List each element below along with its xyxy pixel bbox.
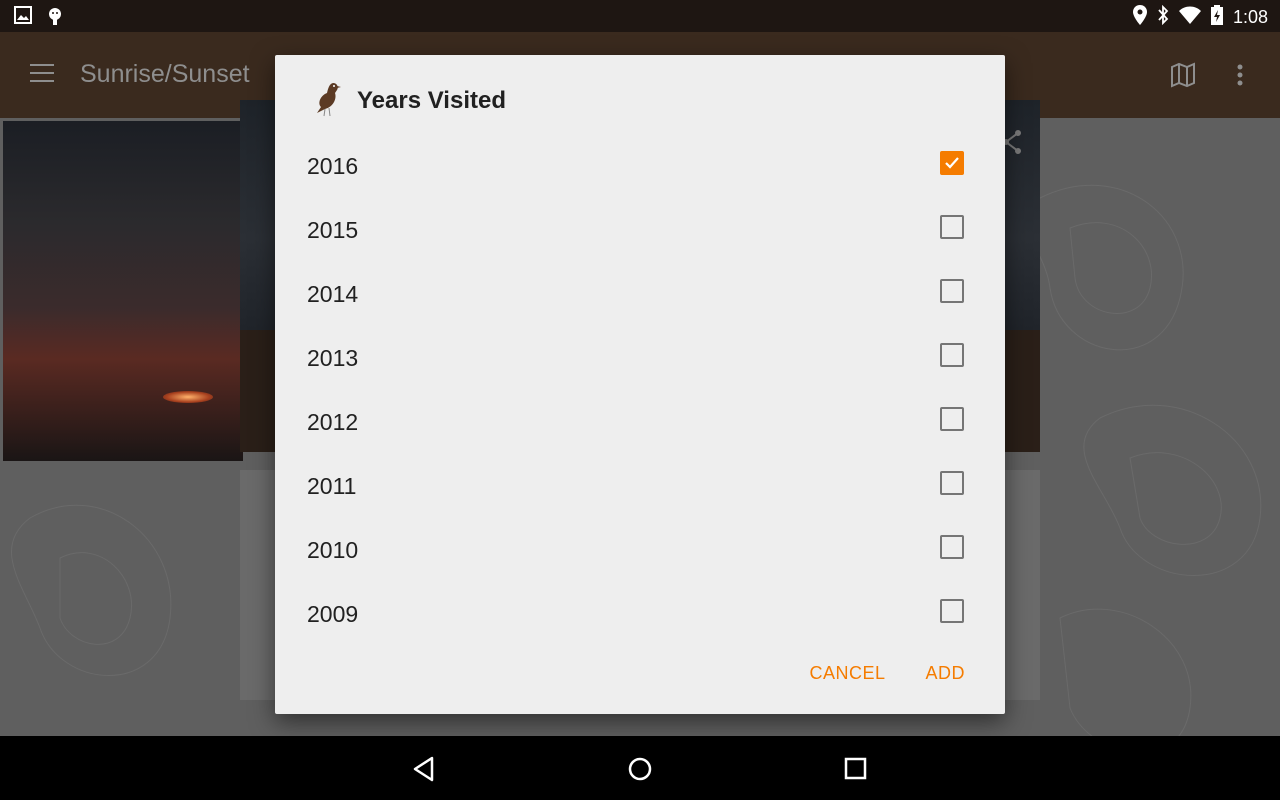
year-option-row[interactable]: 2010 — [275, 517, 1005, 581]
wifi-icon — [1178, 6, 1201, 29]
location-icon — [1132, 5, 1147, 30]
navigation-bar — [0, 736, 1280, 800]
year-checkbox[interactable] — [940, 279, 964, 303]
year-label: 2016 — [307, 153, 359, 179]
years-visited-dialog: Years Visited 2016 2015 2014 2013 2012 2011 20… — [275, 55, 1005, 714]
year-option-row[interactable]: 2015 — [275, 197, 1005, 261]
map-icon[interactable] — [1170, 62, 1196, 93]
year-checkbox[interactable] — [940, 407, 964, 431]
year-label: 2009 — [307, 601, 359, 627]
home-icon[interactable] — [627, 756, 653, 787]
clock-time: 1:08 — [1232, 7, 1268, 27]
year-checkbox[interactable] — [940, 215, 964, 239]
add-button[interactable]: ADD — [925, 663, 965, 684]
bird-logo-icon — [313, 81, 343, 122]
checkmark-icon — [945, 157, 959, 169]
year-option-row[interactable]: 2011 — [275, 453, 1005, 517]
year-checkbox[interactable] — [940, 343, 964, 367]
year-option-row[interactable]: 2012 — [275, 389, 1005, 453]
bluetooth-icon — [1157, 4, 1169, 30]
year-label: 2014 — [307, 281, 359, 307]
year-checkbox[interactable] — [940, 471, 964, 495]
dialog-header: Years Visited — [313, 81, 506, 121]
sunset-photo — [3, 121, 243, 461]
year-label: 2010 — [307, 537, 359, 563]
menu-icon[interactable] — [30, 64, 54, 82]
year-option-row[interactable]: 2009 — [275, 581, 1005, 645]
android-debug-icon — [46, 6, 64, 31]
battery-charging-icon — [1210, 5, 1223, 30]
year-label: 2011 — [307, 473, 357, 499]
year-option-row[interactable]: 2014 — [275, 261, 1005, 325]
year-option-row[interactable]: 2013 — [275, 325, 1005, 389]
recents-icon[interactable] — [844, 756, 868, 787]
year-checkbox[interactable] — [940, 535, 964, 559]
year-option-row[interactable]: 2016 — [275, 133, 1005, 197]
year-checkbox[interactable] — [940, 151, 964, 175]
back-icon[interactable] — [412, 756, 436, 787]
year-label: 2013 — [307, 345, 359, 371]
year-checkbox[interactable] — [940, 599, 964, 623]
year-label: 2015 — [307, 217, 359, 243]
dialog-actions: CANCEL ADD — [809, 663, 965, 684]
cancel-button[interactable]: CANCEL — [809, 663, 885, 684]
status-bar: 1:08 — [0, 0, 1280, 32]
dialog-title: Years Visited — [357, 87, 506, 114]
year-label: 2012 — [307, 409, 359, 435]
overflow-menu-icon[interactable] — [1230, 62, 1250, 93]
app-title: Sunrise/Sunset — [80, 60, 250, 88]
image-icon — [14, 6, 32, 31]
